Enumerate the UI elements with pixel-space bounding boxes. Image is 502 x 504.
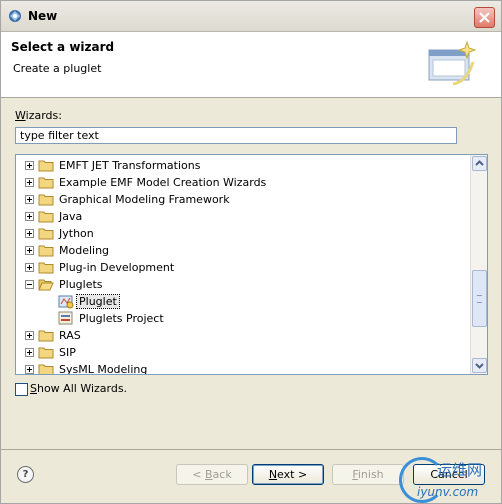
expand-icon[interactable] — [25, 331, 34, 340]
collapse-icon[interactable] — [25, 280, 34, 289]
folder-open-icon — [38, 279, 54, 291]
expand-icon[interactable] — [25, 246, 34, 255]
expand-icon[interactable] — [25, 178, 34, 187]
tree-item-category[interactable]: SIP — [16, 344, 470, 361]
checkbox-box[interactable] — [15, 383, 28, 396]
close-button[interactable] — [474, 7, 495, 28]
folder-icon — [38, 177, 54, 189]
new-wizard-banner-icon — [428, 40, 477, 86]
wizard-tree-rows: EMFT JET Transformations Example EMF Mode… — [16, 155, 470, 374]
tree-item-category[interactable]: RAS — [16, 327, 470, 344]
tree-item-label: Java — [59, 210, 83, 223]
tree-item-category[interactable]: Jython — [16, 225, 470, 242]
folder-icon — [38, 194, 54, 206]
scroll-down-button[interactable] — [472, 358, 487, 373]
tree-item-category[interactable]: EMFT JET Transformations — [16, 157, 470, 174]
folder-icon — [38, 330, 54, 342]
tree-item-wizard[interactable]: Pluglet — [16, 293, 470, 310]
expand-icon[interactable] — [25, 263, 34, 272]
folder-icon — [38, 262, 54, 274]
expand-icon[interactable] — [25, 365, 34, 374]
site-watermark: 运维网 iyunv.com — [397, 455, 501, 503]
expand-icon[interactable] — [25, 229, 34, 238]
finish-button[interactable]: Finish — [332, 464, 404, 485]
folder-icon — [38, 245, 54, 257]
next-button[interactable]: Next > — [252, 464, 324, 485]
tree-item-wizard[interactable]: Pluglets Project — [16, 310, 470, 327]
wizard-tree: EMFT JET Transformations Example EMF Mode… — [15, 154, 488, 375]
wizards-label: Wizards: — [15, 109, 62, 122]
wizard-banner: Select a wizard Create a pluglet — [1, 32, 501, 98]
tree-item-category[interactable]: Plug-in Development — [16, 259, 470, 276]
tree-item-label: RAS — [59, 329, 81, 342]
folder-icon — [38, 228, 54, 240]
watermark-text: 运维网 — [437, 461, 483, 479]
expand-icon[interactable] — [25, 161, 34, 170]
pluglet-project-icon — [58, 311, 73, 325]
tree-item-label: Pluglets Project — [79, 312, 164, 325]
tree-item-category[interactable]: Pluglets — [16, 276, 470, 293]
eclipse-icon — [9, 10, 21, 22]
tree-item-label: Plug-in Development — [59, 261, 175, 274]
expand-icon[interactable] — [25, 348, 34, 357]
tree-item-label: Graphical Modeling Framework — [59, 193, 230, 206]
chevron-up-icon — [475, 160, 484, 166]
page-description: Create a pluglet — [13, 62, 102, 75]
tree-item-label: Modeling — [59, 244, 110, 257]
scroll-thumb[interactable] — [472, 270, 487, 327]
new-wizard-dialog: New Select a wizard Create a pluglet Wiz… — [0, 0, 502, 504]
back-button[interactable]: < Back — [176, 464, 248, 485]
wizard-filter-input[interactable] — [15, 127, 457, 144]
tree-item-category[interactable]: Graphical Modeling Framework — [16, 191, 470, 208]
expand-icon[interactable] — [25, 195, 34, 204]
tree-item-category[interactable]: Modeling — [16, 242, 470, 259]
folder-icon — [38, 347, 54, 359]
tree-item-category[interactable]: Java — [16, 208, 470, 225]
chevron-down-icon — [475, 363, 484, 369]
show-all-wizards-label: Show All Wizards. — [30, 382, 128, 395]
tree-item-label: Pluglet — [76, 294, 120, 309]
button-bar-separator — [1, 449, 501, 450]
folder-icon — [38, 211, 54, 223]
folder-icon — [38, 364, 54, 374]
title-bar: New — [1, 1, 501, 32]
tree-item-category[interactable]: Example EMF Model Creation Wizards — [16, 174, 470, 191]
close-icon — [479, 12, 490, 23]
tree-item-category[interactable]: SysML Modeling — [16, 361, 470, 374]
tree-item-label: SIP — [59, 346, 76, 359]
watermark-url: iyunv.com — [417, 485, 479, 499]
folder-icon — [38, 160, 54, 172]
tree-item-label: Jython — [59, 227, 94, 240]
page-title: Select a wizard — [11, 40, 115, 54]
scroll-up-button[interactable] — [472, 156, 487, 171]
help-icon[interactable]: ? — [17, 466, 34, 483]
tree-item-label: SysML Modeling — [59, 363, 148, 374]
expand-icon[interactable] — [25, 212, 34, 221]
window-title: New — [28, 9, 58, 23]
pluglet-icon — [58, 295, 74, 309]
tree-vertical-scrollbar[interactable] — [470, 155, 487, 374]
tree-item-label: Pluglets — [59, 278, 103, 291]
tree-item-label: EMFT JET Transformations — [59, 159, 201, 172]
tree-item-label: Example EMF Model Creation Wizards — [59, 176, 267, 189]
